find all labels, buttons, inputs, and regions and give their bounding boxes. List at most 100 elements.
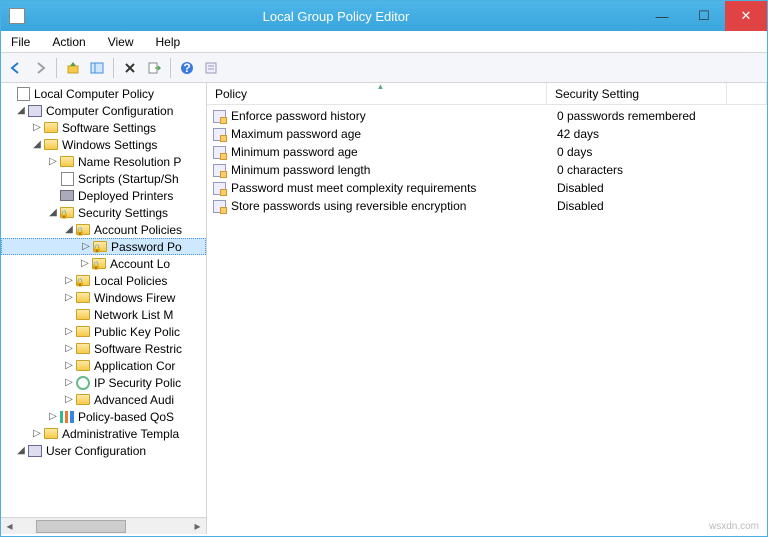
tree-admin-templates[interactable]: ▷ Administrative Templa [1,425,206,442]
policy-tree[interactable]: Local Computer Policy ◢ Computer Configu… [1,83,206,517]
collapse-icon[interactable]: ◢ [47,207,59,218]
tree-public-key[interactable]: ▷ Public Key Polic [1,323,206,340]
title-bar: Local Group Policy Editor — ☐ ✕ [1,1,767,31]
toolbar-separator [56,58,57,78]
column-policy[interactable]: Policy ▲ [207,83,547,104]
column-spacer[interactable] [727,83,767,104]
tree-windows-settings[interactable]: ◢ Windows Settings [1,136,206,153]
menu-action[interactable]: Action [48,33,89,51]
tree-network-list[interactable]: Network List M [1,306,206,323]
list-item[interactable]: Maximum password age 42 days [207,125,767,143]
list-item[interactable]: Password must meet complexity requiremen… [207,179,767,197]
tree-name-resolution[interactable]: ▷ Name Resolution P [1,153,206,170]
tree-account-lockout[interactable]: ▷ Account Lo [1,255,206,272]
tree-label: Software Settings [62,121,156,135]
policy-root-icon [15,86,31,102]
tree-ip-security[interactable]: ▷ IP Security Polic [1,374,206,391]
tree-account-policies[interactable]: ◢ Account Policies [1,221,206,238]
tree-label: Policy-based QoS [78,410,174,424]
tree-label: Password Po [111,240,182,254]
expand-icon[interactable]: ▷ [63,292,75,303]
tree-pane: Local Computer Policy ◢ Computer Configu… [1,83,207,534]
policy-item-icon [211,144,227,160]
folder-lock-icon [75,222,91,238]
expand-icon[interactable]: ▷ [63,275,75,286]
expand-icon[interactable]: ▷ [47,411,59,422]
menu-view[interactable]: View [104,33,138,51]
expand-icon[interactable]: ▷ [63,343,75,354]
list-header: Policy ▲ Security Setting [207,83,767,105]
expand-icon[interactable]: ▷ [47,156,59,167]
up-button[interactable] [62,57,84,79]
list-item[interactable]: Enforce password history 0 passwords rem… [207,107,767,125]
expand-icon[interactable]: ▷ [80,241,92,252]
forward-button[interactable] [29,57,51,79]
menu-help[interactable]: Help [152,33,185,51]
properties-button[interactable] [200,57,222,79]
tree-security-settings[interactable]: ◢ Security Settings [1,204,206,221]
user-icon [27,443,43,459]
collapse-icon[interactable]: ◢ [31,139,43,150]
tree-windows-firewall[interactable]: ▷ Windows Firew [1,289,206,306]
tree-software-restrict[interactable]: ▷ Software Restric [1,340,206,357]
expand-icon[interactable]: ▷ [79,258,91,269]
tree-label: Network List M [94,308,173,322]
printer-icon [59,188,75,204]
tree-advanced-audit[interactable]: ▷ Advanced Audi [1,391,206,408]
tree-software-settings[interactable]: ▷ Software Settings [1,119,206,136]
column-label: Policy [215,87,247,101]
menu-file[interactable]: File [7,33,34,51]
folder-lock-icon [91,256,107,272]
collapse-icon[interactable]: ◢ [15,105,27,116]
horizontal-scrollbar[interactable]: ◂ ▸ [1,517,206,534]
expand-icon[interactable]: ▷ [63,360,75,371]
expand-icon[interactable]: ▷ [31,122,43,133]
minimize-button[interactable]: — [641,1,683,31]
list-item[interactable]: Minimum password length 0 characters [207,161,767,179]
policy-item-icon [211,198,227,214]
tree-computer-config[interactable]: ◢ Computer Configuration [1,102,206,119]
tree-deployed-printers[interactable]: Deployed Printers [1,187,206,204]
toolbar-separator [170,58,171,78]
window-title: Local Group Policy Editor [31,9,641,24]
tree-root[interactable]: Local Computer Policy [1,85,206,102]
policy-value: 0 characters [557,163,763,177]
expand-icon[interactable]: ▷ [63,377,75,388]
tree-local-policies[interactable]: ▷ Local Policies [1,272,206,289]
list-item[interactable]: Store passwords using reversible encrypt… [207,197,767,215]
tree-user-config[interactable]: ◢ User Configuration [1,442,206,459]
scroll-right-icon[interactable]: ▸ [189,519,206,533]
tree-label: IP Security Polic [94,376,181,390]
toolbar-separator [113,58,114,78]
column-setting[interactable]: Security Setting [547,83,727,104]
expand-icon[interactable]: ▷ [63,394,75,405]
close-button[interactable]: ✕ [725,1,767,31]
folder-icon [43,137,59,153]
collapse-icon[interactable]: ◢ [63,224,75,235]
tree-app-control[interactable]: ▷ Application Cor [1,357,206,374]
expand-icon[interactable]: ▷ [63,326,75,337]
tree-password-policy[interactable]: ▷ Password Po [1,238,206,255]
maximize-button[interactable]: ☐ [683,1,725,31]
delete-button[interactable] [119,57,141,79]
column-label: Security Setting [555,87,639,101]
tree-label: Administrative Templa [62,427,179,441]
collapse-icon[interactable]: ◢ [15,445,27,456]
expand-icon[interactable]: ▷ [31,428,43,439]
export-button[interactable] [143,57,165,79]
folder-icon [75,358,91,374]
show-hide-tree-button[interactable] [86,57,108,79]
policy-value: 0 days [557,145,763,159]
tree-scripts[interactable]: Scripts (Startup/Sh [1,170,206,187]
policy-list: Enforce password history 0 passwords rem… [207,105,767,534]
policy-name: Password must meet complexity requiremen… [231,181,557,195]
menu-bar: File Action View Help [1,31,767,53]
help-button[interactable]: ? [176,57,198,79]
folder-icon [75,341,91,357]
scroll-thumb[interactable] [36,520,126,533]
back-button[interactable] [5,57,27,79]
tree-policy-qos[interactable]: ▷ Policy-based QoS [1,408,206,425]
security-icon [59,205,75,221]
list-item[interactable]: Minimum password age 0 days [207,143,767,161]
scroll-left-icon[interactable]: ◂ [1,519,18,533]
